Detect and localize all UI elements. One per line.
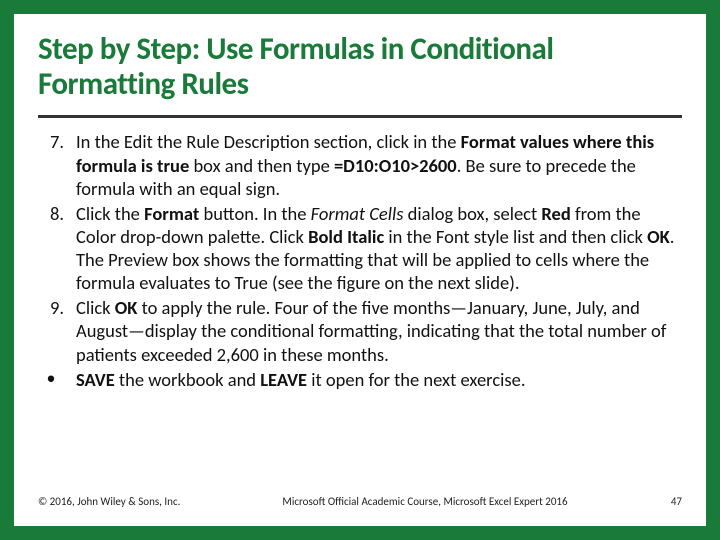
list-item: 9.Click OK to apply the rule. Four of th… bbox=[38, 296, 682, 365]
bullet-marker: • bbox=[38, 368, 76, 391]
number-marker: 7. bbox=[38, 130, 76, 199]
footer-copyright: © 2016, John Wiley & Sons, Inc. bbox=[38, 495, 218, 508]
list-item-text: Click the Format button. In the Format C… bbox=[76, 202, 682, 295]
slide-footer: © 2016, John Wiley & Sons, Inc. Microsof… bbox=[38, 491, 682, 516]
list-item-text: SAVE the workbook and LEAVE it open for … bbox=[76, 368, 682, 391]
title-divider bbox=[38, 115, 682, 118]
number-marker: 8. bbox=[38, 202, 76, 295]
list-item: 8.Click the Format button. In the Format… bbox=[38, 202, 682, 295]
list-item-text: In the Edit the Rule Description section… bbox=[76, 130, 682, 199]
footer-page-number: 47 bbox=[632, 495, 682, 508]
list-item: 7.In the Edit the Rule Description secti… bbox=[38, 130, 682, 199]
number-marker: 9. bbox=[38, 296, 76, 365]
list-item: •SAVE the workbook and LEAVE it open for… bbox=[38, 368, 682, 391]
list-item-text: Click OK to apply the rule. Four of the … bbox=[76, 296, 682, 365]
slide: Step by Step: Use Formulas in Conditiona… bbox=[14, 14, 706, 526]
slide-title: Step by Step: Use Formulas in Conditiona… bbox=[38, 32, 682, 109]
footer-course: Microsoft Official Academic Course, Micr… bbox=[218, 495, 632, 508]
slide-body: 7.In the Edit the Rule Description secti… bbox=[38, 130, 682, 491]
